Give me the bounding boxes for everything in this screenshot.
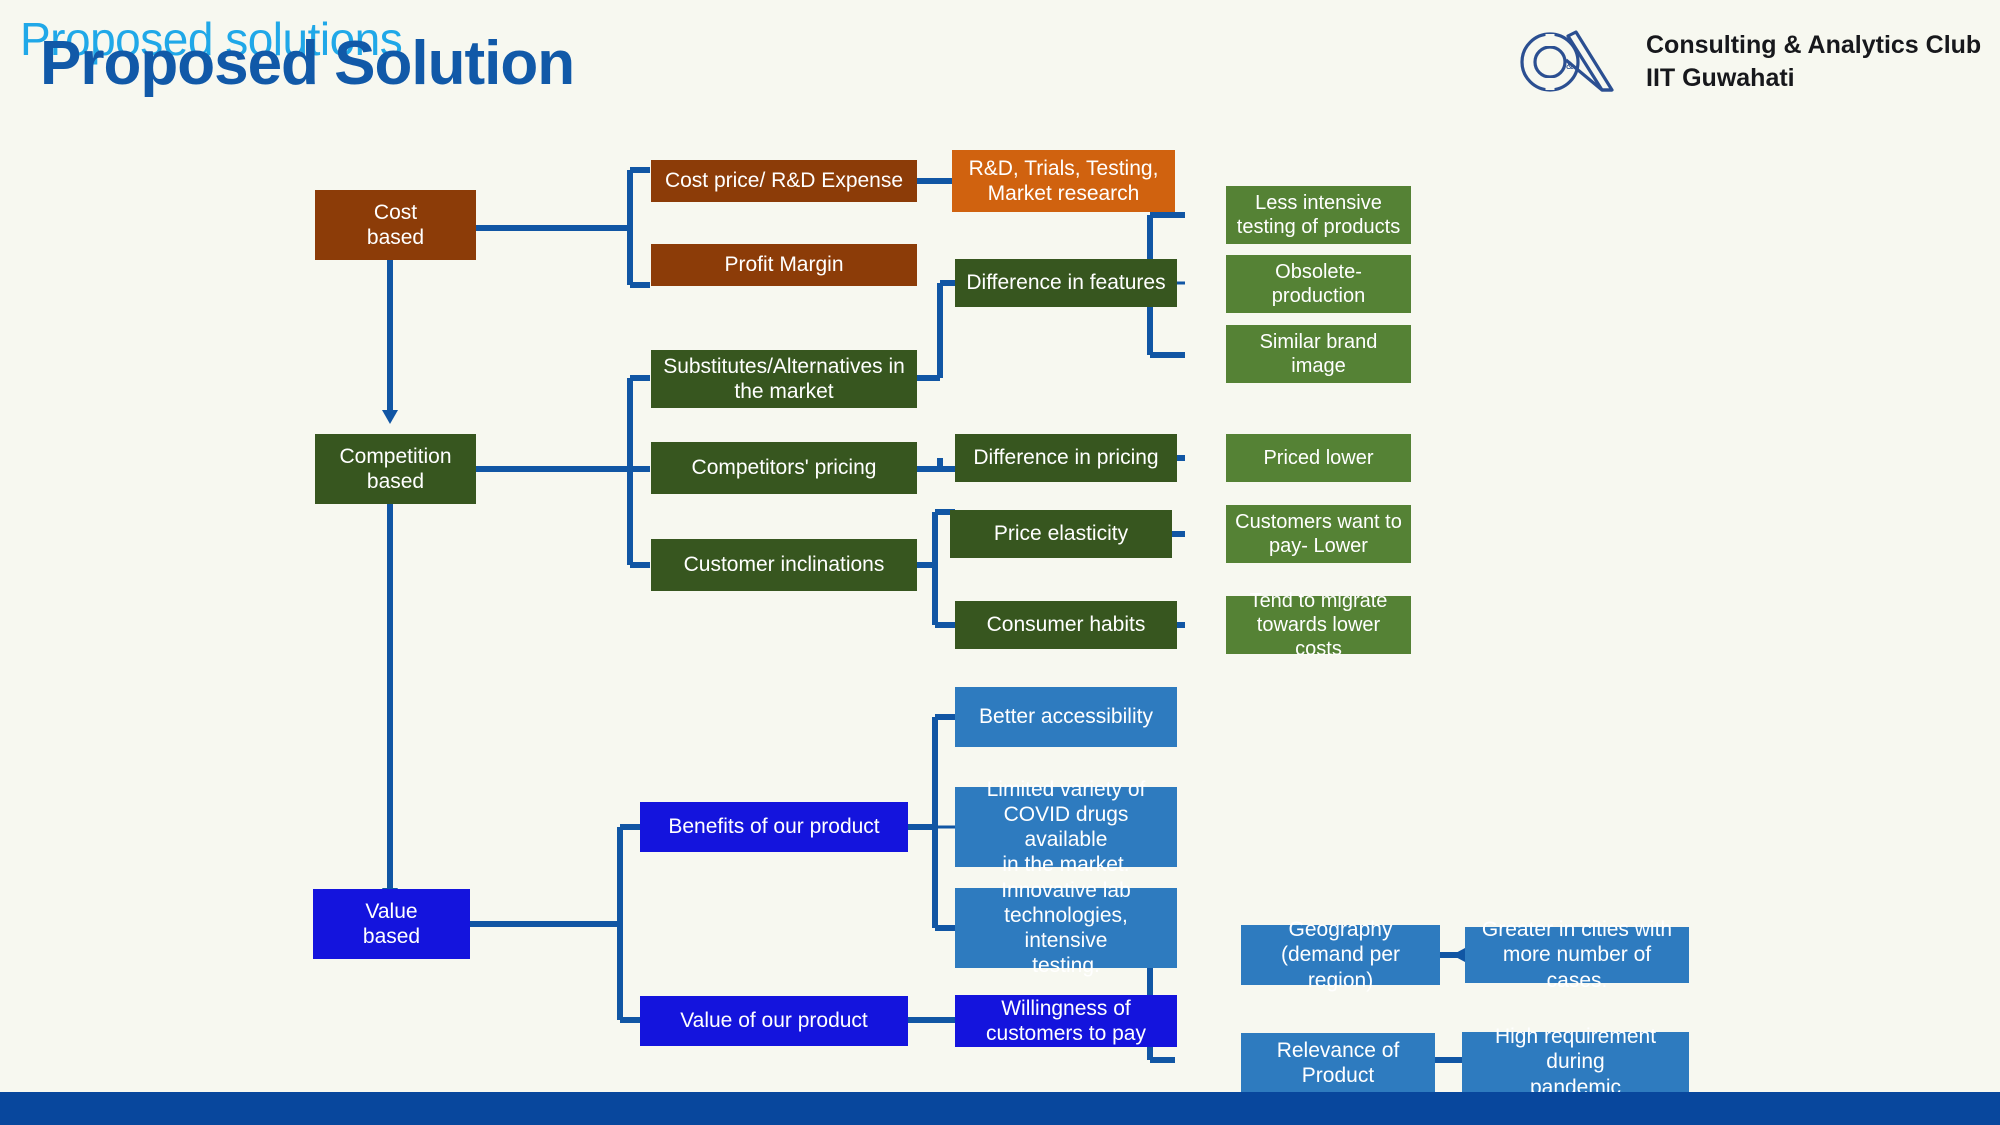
node-better-accessibility[interactable]: Better accessibility [955,687,1177,747]
node-obsolete-production[interactable]: Obsolete-production [1226,255,1411,313]
node-cost-price-rd[interactable]: Cost price/ R&D Expense [651,160,917,202]
node-profit-margin[interactable]: Profit Margin [651,244,917,286]
node-limited-variety-covid-drugs[interactable]: Limited variety of COVID drugs available i… [955,778,1177,876]
node-competition-based[interactable]: Competition based [315,434,476,504]
node-innovative-lab-technologies[interactable]: Innovative lab technologies, intensive tes… [955,879,1177,977]
club-logo: & Consulting & Analytics Club IIT Guwaha… [1510,26,1981,98]
page-title: Proposed Solution [40,29,575,98]
node-benefits-of-our-product[interactable]: Benefits of our product [640,802,908,852]
node-competitors-pricing[interactable]: Competitors' pricing [651,442,917,494]
node-willingness-customers-pay[interactable]: Willingness of customers to pay [955,995,1177,1047]
node-greater-in-cities[interactable]: Greater in cities with more number of cas… [1465,918,1689,992]
node-similar-brand-image[interactable]: Similar brand image [1226,325,1411,383]
logo-line-1: Consulting & Analytics Club [1646,31,1982,59]
arrowhead-icon [382,410,398,424]
node-substitutes-alternatives[interactable]: Substitutes/Alternatives in the market [651,350,917,408]
slide-canvas: Proposed solutions Proposed Solution & C… [0,0,2000,1125]
node-price-elasticity[interactable]: Price elasticity [950,510,1172,558]
node-customers-want-pay-lower[interactable]: Customers want to pay- Lower [1226,505,1411,563]
node-consumer-habits[interactable]: Consumer habits [955,601,1177,649]
node-difference-in-features[interactable]: Difference in features [955,259,1177,307]
logo-text-block: Consulting & Analytics Club IIT Guwahati [1646,29,1981,95]
node-tend-to-migrate[interactable]: Tend to migrate towards lower costs [1226,590,1411,660]
node-cost-based[interactable]: Cost based [315,190,476,260]
node-value-of-our-product[interactable]: Value of our product [640,996,908,1046]
arrowhead-icon [1452,948,1465,962]
ca-monogram-logo-icon: & [1520,30,1614,92]
node-value-based[interactable]: Value based [313,889,470,959]
logo-line-2: IIT Guwahati [1646,64,1795,92]
footer-bar [0,1092,2000,1125]
node-high-requirement-pandemic[interactable]: High requirement during pandemic [1462,1025,1689,1099]
node-relevance-of-product[interactable]: Relevance of Product [1241,1033,1435,1093]
node-priced-lower[interactable]: Priced lower [1226,434,1411,482]
node-difference-in-pricing[interactable]: Difference in pricing [955,434,1177,482]
node-rd-trials-testing[interactable]: R&D, Trials, Testing, Market research [952,150,1175,212]
svg-text:&: & [1566,60,1574,72]
node-customer-inclinations[interactable]: Customer inclinations [651,539,917,591]
node-less-intensive-testing[interactable]: Less intensive testing of products [1226,186,1411,244]
node-geography-demand-per-region[interactable]: Geography (demand per region) [1241,918,1440,992]
